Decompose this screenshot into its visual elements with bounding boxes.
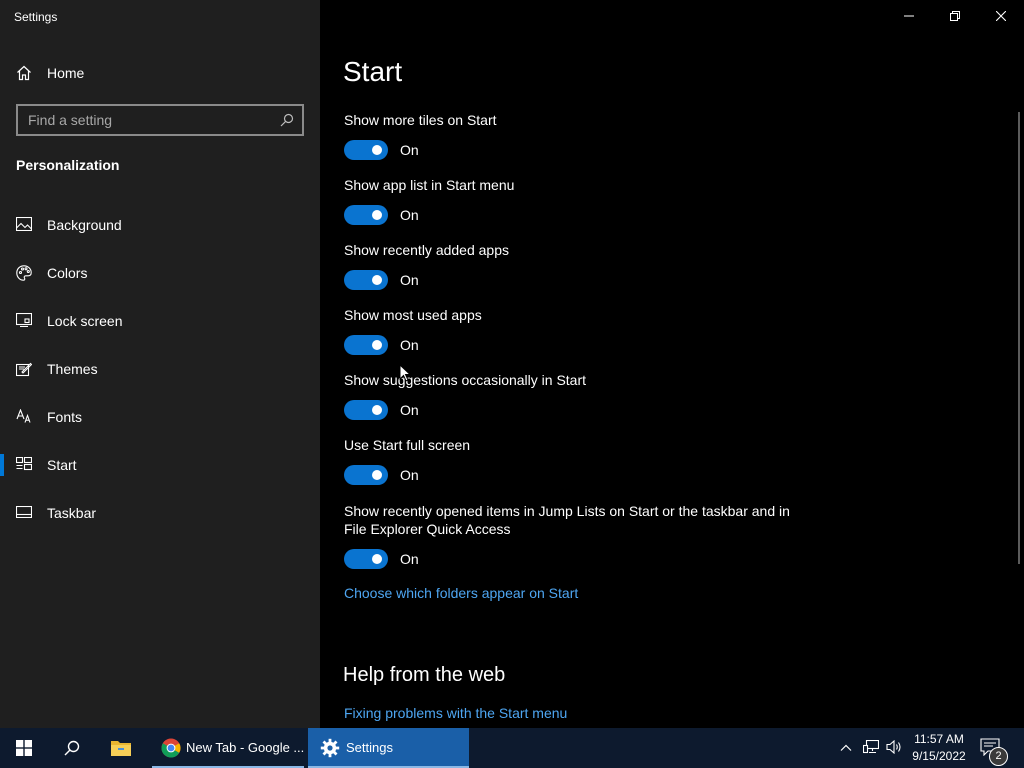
mouse-cursor-icon [399, 364, 411, 382]
setting-label: Show suggestions occasionally in Start [344, 372, 587, 388]
start-layout-icon [15, 456, 33, 476]
selected-indicator [0, 454, 4, 476]
start-button[interactable] [0, 728, 48, 768]
toggle-knob [372, 405, 382, 415]
taskbar-clock[interactable]: 11:57 AM 9/15/2022 [906, 731, 972, 765]
setting-jump-lists: Show recently opened items in Jump Lists… [344, 502, 804, 571]
setting-label: Show app list in Start menu [344, 177, 515, 193]
sidebar-item-label: Taskbar [47, 505, 97, 521]
sidebar-item-label: Themes [47, 361, 98, 377]
volume-icon[interactable] [886, 740, 902, 754]
restore-icon [950, 11, 960, 21]
search-icon [64, 740, 80, 756]
scrollbar[interactable] [1018, 112, 1020, 564]
file-explorer-button[interactable] [98, 728, 146, 768]
sidebar-item-taskbar[interactable]: Taskbar [0, 493, 320, 533]
setting-recently-added-apps: Show recently added apps On [344, 241, 814, 292]
toggle-state-label: On [400, 142, 419, 158]
minimize-button[interactable] [886, 0, 932, 32]
sidebar-item-label: Start [47, 457, 77, 473]
sidebar-item-themes[interactable]: Themes [0, 349, 320, 389]
sidebar-home[interactable]: Home [0, 56, 320, 90]
home-icon [16, 65, 32, 86]
taskbar: New Tab - Google ... Settings 11:57 AM 9… [0, 728, 1024, 768]
toggle-state-label: On [400, 467, 419, 483]
toggle-knob [372, 340, 382, 350]
restore-button[interactable] [932, 0, 978, 32]
clock-date: 9/15/2022 [912, 749, 966, 763]
notification-count-badge: 2 [989, 747, 1008, 766]
toggle-state-label: On [400, 402, 419, 418]
help-section-title: Help from the web [343, 664, 506, 686]
toggle-switch[interactable] [344, 335, 388, 355]
setting-show-app-list: Show app list in Start menu On [344, 176, 814, 227]
taskbar-app-settings[interactable]: Settings [308, 728, 469, 768]
sidebar: Settings Home Personalization Background [0, 0, 320, 728]
window-title: Settings [14, 10, 58, 24]
toggle-switch[interactable] [344, 400, 388, 420]
windows-logo-icon [16, 740, 32, 756]
taskbar-app-chrome[interactable]: New Tab - Google ... [152, 728, 304, 768]
toggle-knob [372, 554, 382, 564]
choose-folders-link[interactable]: Choose which folders appear on Start [344, 585, 578, 601]
search-icon[interactable] [280, 113, 294, 132]
network-icon[interactable] [863, 740, 879, 754]
chrome-icon [161, 738, 181, 758]
setting-label: Show more tiles on Start [344, 112, 497, 128]
setting-full-screen: Use Start full screen On [344, 436, 814, 487]
toggle-switch[interactable] [344, 140, 388, 160]
sidebar-item-start[interactable]: Start [0, 445, 320, 485]
clock-time: 11:57 AM [914, 732, 964, 746]
toggle-knob [372, 275, 382, 285]
search-input[interactable] [18, 106, 278, 134]
toggle-state-label: On [400, 337, 419, 353]
sidebar-item-colors[interactable]: Colors [0, 253, 320, 293]
help-link[interactable]: Fixing problems with the Start menu [344, 705, 567, 721]
taskbar-app-label: Settings [346, 740, 393, 755]
search-box[interactable] [16, 104, 304, 136]
setting-suggestions: Show suggestions occasionally in Start O… [344, 371, 814, 422]
sidebar-item-fonts[interactable]: Fonts [0, 397, 320, 437]
background-icon [15, 216, 33, 236]
toggle-state-label: On [400, 207, 419, 223]
setting-most-used-apps: Show most used apps On [344, 306, 814, 357]
toggle-switch[interactable] [344, 205, 388, 225]
toggle-knob [372, 470, 382, 480]
toggle-knob [372, 210, 382, 220]
setting-label: Use Start full screen [344, 437, 471, 453]
sidebar-item-background[interactable]: Background [0, 205, 320, 245]
taskbar-search-button[interactable] [48, 728, 96, 768]
themes-icon [15, 361, 33, 382]
close-button[interactable] [978, 0, 1024, 32]
setting-label: Show recently added apps [344, 242, 509, 258]
toggle-switch[interactable] [344, 465, 388, 485]
lock-screen-icon [15, 312, 33, 332]
toggle-switch[interactable] [344, 549, 388, 569]
taskbar-app-label: New Tab - Google ... [186, 740, 305, 755]
minimize-icon [904, 15, 914, 17]
taskbar-icon [15, 505, 33, 523]
sidebar-item-label: Colors [47, 265, 88, 281]
toggle-knob [372, 145, 382, 155]
sidebar-item-label: Background [47, 217, 122, 233]
fonts-icon [16, 408, 32, 428]
toggle-state-label: On [400, 551, 419, 567]
setting-label: Show most used apps [344, 307, 482, 323]
sidebar-home-label: Home [47, 65, 85, 81]
setting-label: Show recently opened items in Jump Lists… [344, 503, 790, 537]
sidebar-item-label: Lock screen [47, 313, 123, 329]
folder-icon [111, 741, 131, 756]
gear-icon [320, 738, 340, 758]
toggle-switch[interactable] [344, 270, 388, 290]
section-title: Personalization [16, 157, 120, 173]
toggle-state-label: On [400, 272, 419, 288]
setting-show-more-tiles: Show more tiles on Start On [344, 111, 814, 162]
page-title: Start [343, 56, 403, 87]
sidebar-item-label: Fonts [47, 409, 83, 425]
sidebar-item-lock-screen[interactable]: Lock screen [0, 301, 320, 341]
palette-icon [16, 265, 32, 286]
chevron-up-icon[interactable] [840, 742, 852, 754]
close-icon [996, 11, 1006, 21]
